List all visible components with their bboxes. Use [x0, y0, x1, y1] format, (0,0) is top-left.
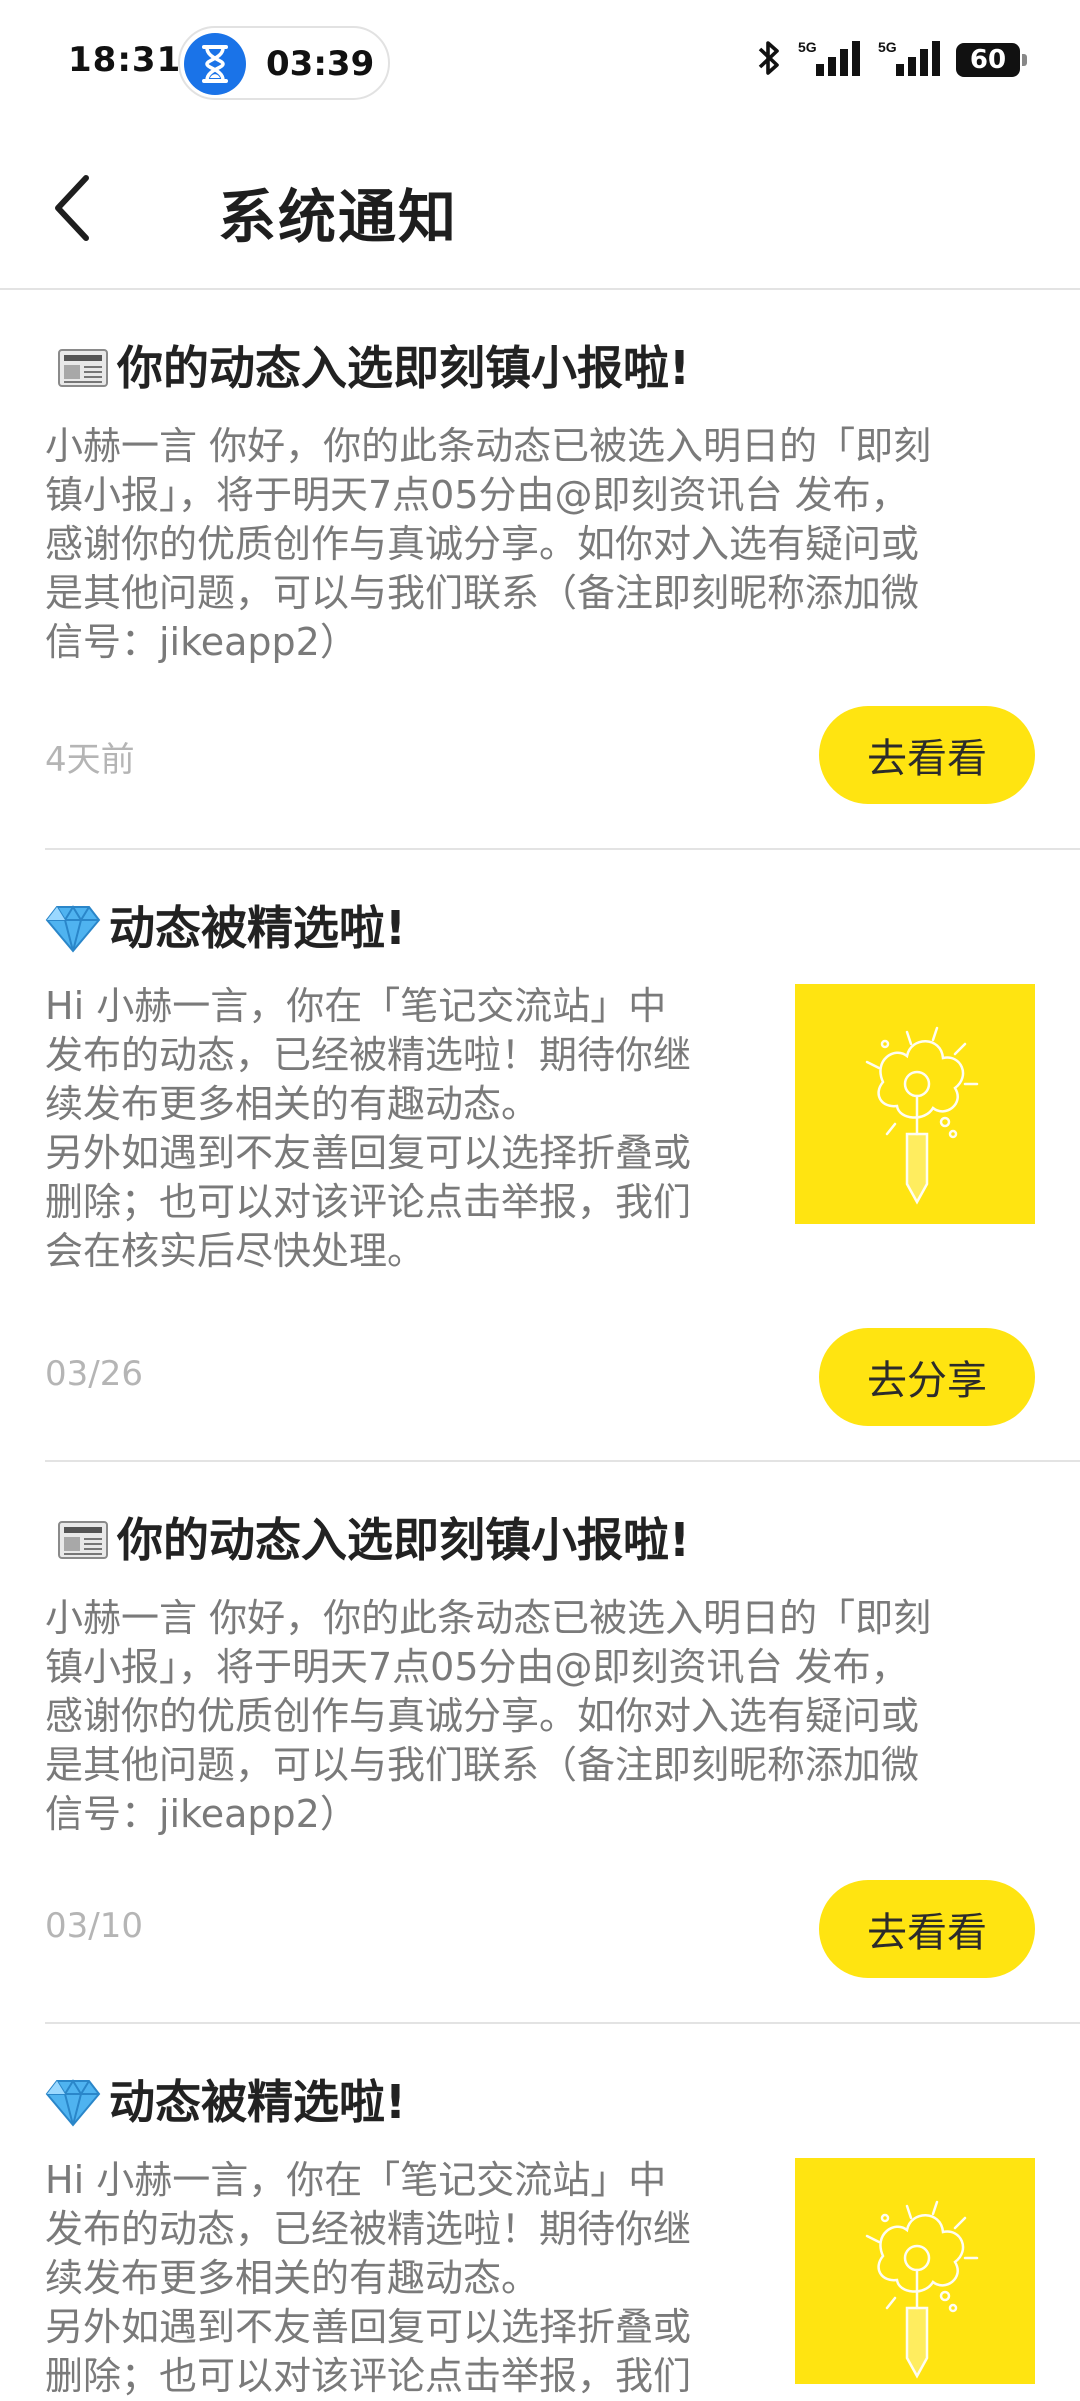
- svg-text:5G: 5G: [798, 39, 817, 55]
- view-button[interactable]: 去看看: [819, 1880, 1035, 1978]
- notification-title: 你的动态入选即刻镇小报啦!: [117, 341, 690, 395]
- gem-icon: [45, 2077, 101, 2127]
- notification-title: 你的动态入选即刻镇小报啦!: [117, 1513, 690, 1567]
- lightbulb-pen-icon: [865, 2200, 979, 2379]
- hourglass-icon: [184, 33, 246, 95]
- notification-body: 小赫一言 你好，你的此条动态已被选入明日的「即刻 镇小报」，将于明天7点05分由…: [45, 424, 932, 664]
- lightbulb-thumbnail[interactable]: [795, 2158, 1035, 2384]
- back-button[interactable]: [44, 168, 124, 248]
- view-button[interactable]: 去看看: [819, 706, 1035, 804]
- lightbulb-pen-icon: [865, 1026, 979, 1205]
- notification-card: 动态被精选啦! Hi 小赫一言，你在「笔记交流站」中 发布的动态，已经被精选啦！…: [45, 2024, 1080, 2398]
- page-title: 系统通知: [218, 183, 459, 251]
- timer-text: 03:39: [266, 44, 375, 84]
- notification-list: 你的动态入选即刻镇小报啦! 小赫一言 你好，你的此条动态已被选入明日的「即刻 镇…: [0, 290, 1080, 2398]
- notification-title: 动态被精选啦!: [109, 901, 406, 955]
- svg-text:5G: 5G: [878, 39, 897, 55]
- notification-title: 动态被精选啦!: [109, 2075, 406, 2129]
- screen-time-pill[interactable]: 03:39: [178, 26, 390, 100]
- notification-body: Hi 小赫一言，你在「笔记交流站」中 发布的动态，已经被精选啦！期待你继 续发布…: [45, 984, 692, 1273]
- newspaper-icon: [57, 346, 109, 390]
- lightbulb-thumbnail[interactable]: [795, 984, 1035, 1224]
- notification-time: 03/26: [45, 1354, 143, 1394]
- bluetooth-icon: [756, 38, 782, 82]
- signal-5g-icon-1: 5G: [796, 38, 862, 82]
- notification-body: Hi 小赫一言，你在「笔记交流站」中 发布的动态，已经被精选啦！期待你继 续发布…: [45, 2158, 692, 2398]
- chevron-left-icon: [55, 175, 89, 241]
- notification-card: 动态被精选啦! Hi 小赫一言，你在「笔记交流站」中 发布的动态，已经被精选啦！…: [45, 850, 1080, 1462]
- notification-card: 你的动态入选即刻镇小报啦! 小赫一言 你好，你的此条动态已被选入明日的「即刻 镇…: [45, 290, 1080, 850]
- share-button[interactable]: 去分享: [819, 1328, 1035, 1426]
- header-bar: 系统通知: [0, 130, 1080, 290]
- newspaper-icon: [57, 1518, 109, 1562]
- notification-body: 小赫一言 你好，你的此条动态已被选入明日的「即刻 镇小报」，将于明天7点05分由…: [45, 1596, 932, 1836]
- signal-5g-icon-2: 5G: [876, 38, 942, 82]
- notification-time: 03/10: [45, 1906, 143, 1946]
- gem-icon: [45, 903, 101, 953]
- notification-card: 你的动态入选即刻镇小报啦! 小赫一言 你好，你的此条动态已被选入明日的「即刻 镇…: [45, 1462, 1080, 2024]
- status-time: 18:31: [68, 40, 182, 80]
- notification-time: 4天前: [45, 740, 135, 780]
- battery-indicator: 60: [956, 43, 1027, 77]
- status-bar: 18:31 03:39 5G 5G 60: [0, 0, 1080, 130]
